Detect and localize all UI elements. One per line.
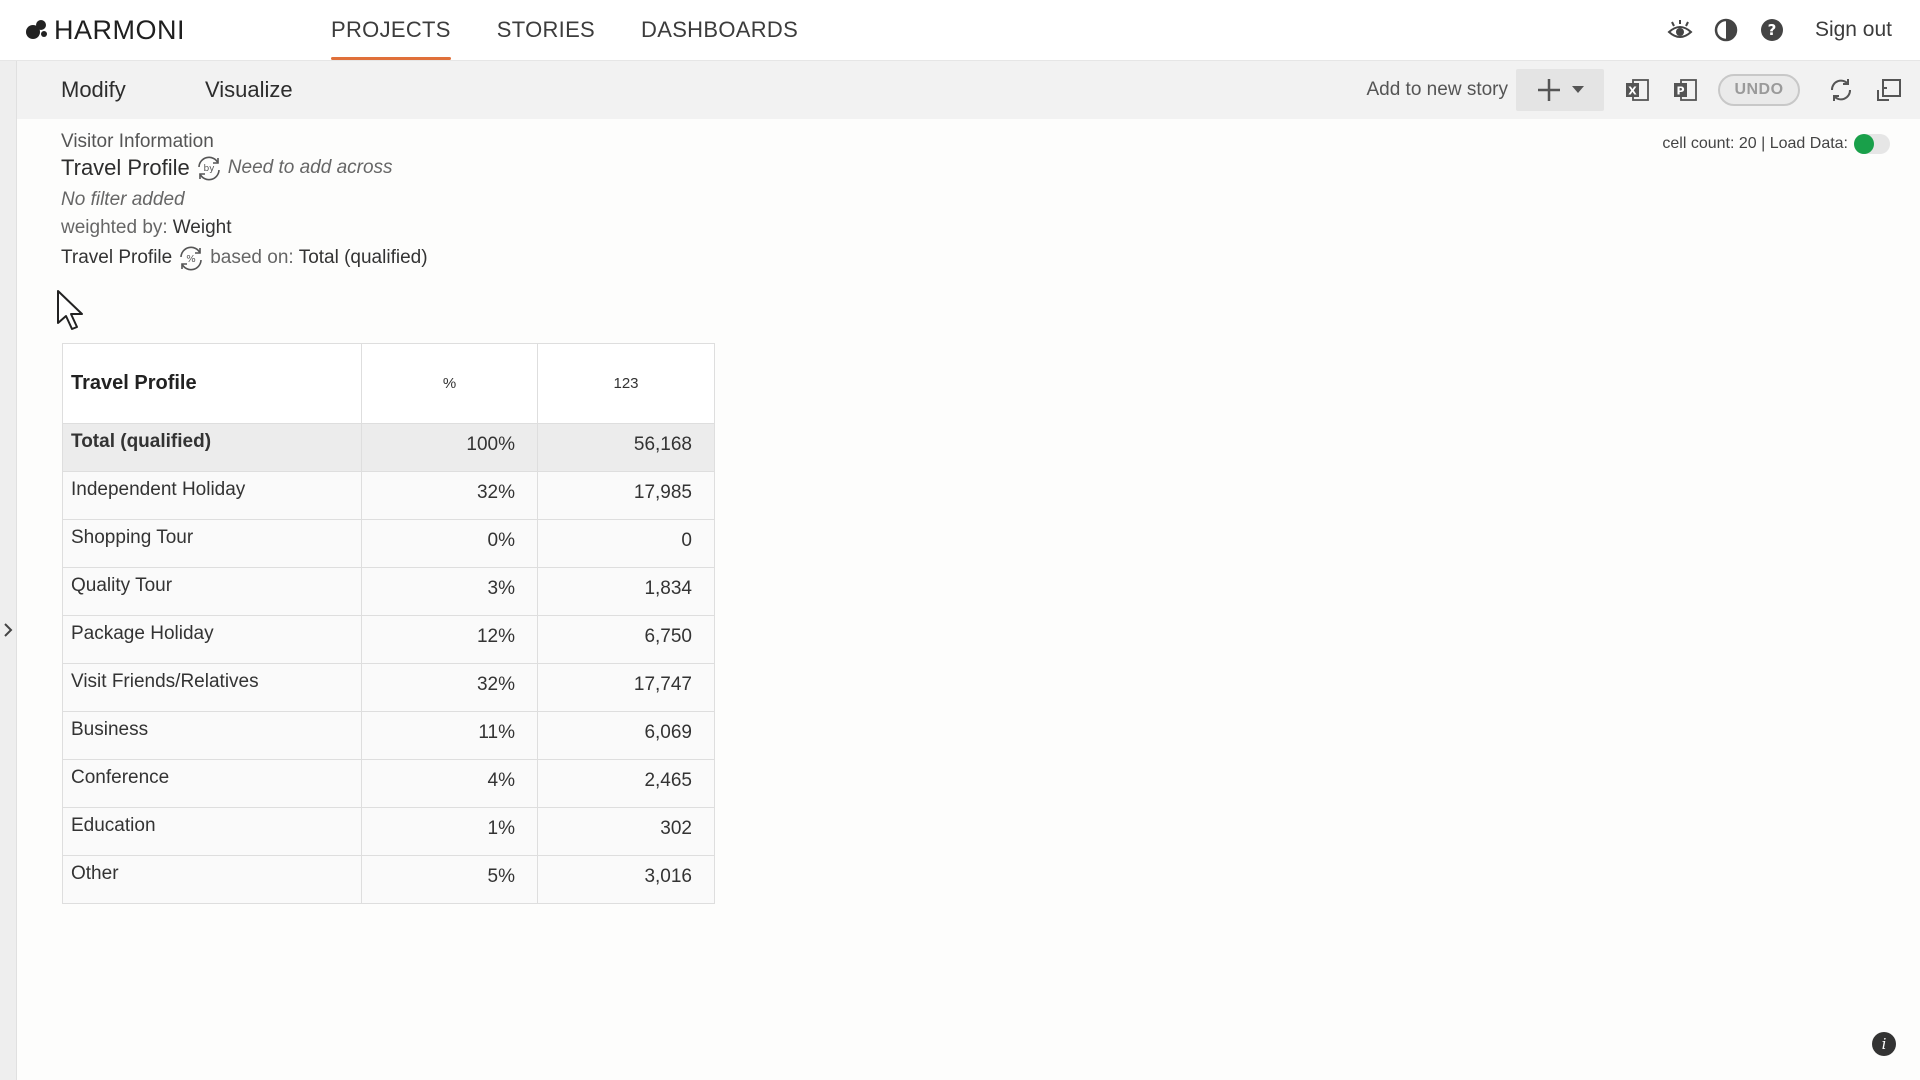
load-data-toggle[interactable] <box>1854 134 1890 154</box>
percent-base-row: Travel Profile % based on: Total (qualif… <box>61 243 428 273</box>
filter-status: No filter added <box>61 189 185 210</box>
weighted-by-label: weighted by: <box>61 217 168 238</box>
refresh-icon[interactable] <box>1826 75 1856 105</box>
row-count: 56,168 <box>537 423 715 472</box>
info-button[interactable]: i <box>1872 1032 1896 1056</box>
top-navigation-bar: HARMONI PROJECTS STORIES DASHBOARDS ? Si… <box>0 0 1920 61</box>
row-count: 3,016 <box>537 855 715 904</box>
row-percent: 0% <box>361 519 538 568</box>
harmoni-logo-icon <box>26 20 47 39</box>
row-percent: 11% <box>361 711 538 760</box>
table-row: Conference 4% 2,465 <box>62 759 715 808</box>
row-label: Business <box>62 711 362 760</box>
row-percent: 12% <box>361 615 538 664</box>
toolbar: Modify Visualize Add to new story X P UN… <box>17 61 1920 119</box>
app-logo[interactable]: HARMONI <box>24 14 185 45</box>
row-label: Visit Friends/Relatives <box>62 663 362 712</box>
undo-button[interactable]: UNDO <box>1718 74 1800 106</box>
row-percent: 100% <box>361 423 538 472</box>
svg-text:P: P <box>1676 85 1684 98</box>
toggle-knob <box>1854 134 1874 154</box>
left-collapsed-panel <box>0 61 17 1080</box>
row-count: 2,465 <box>537 759 715 808</box>
powerpoint-export-icon[interactable]: P <box>1670 75 1700 105</box>
cell-count-info: cell count: 20 | Load Data: <box>1662 134 1890 154</box>
row-percent: 5% <box>361 855 538 904</box>
mouse-cursor-icon <box>57 290 83 330</box>
nav-stories[interactable]: STORIES <box>497 0 595 60</box>
table-row: Independent Holiday 32% 17,985 <box>62 471 715 520</box>
svg-text:X: X <box>1628 85 1637 98</box>
table-row: Shopping Tour 0% 0 <box>62 519 715 568</box>
title-row: Travel Profile by Need to add across <box>61 153 393 183</box>
by-swap-icon[interactable]: by <box>194 153 224 183</box>
count-column-header[interactable]: 123 <box>537 343 715 424</box>
filter-row: No filter added <box>61 189 185 211</box>
percent-swap-icon[interactable]: % <box>176 243 206 273</box>
row-count: 1,834 <box>537 567 715 616</box>
row-count: 6,069 <box>537 711 715 760</box>
row-label: Quality Tour <box>62 567 362 616</box>
top-right-actions: ? Sign out <box>1665 0 1892 60</box>
app-name: HARMONI <box>54 14 185 45</box>
table-title[interactable]: Travel Profile <box>61 155 190 181</box>
row-variable-header[interactable]: Travel Profile <box>62 343 362 424</box>
row-percent: 3% <box>361 567 538 616</box>
table-header-row: Travel Profile % 123 <box>62 343 715 424</box>
row-label: Package Holiday <box>62 615 362 664</box>
nav-projects[interactable]: PROJECTS <box>331 0 451 60</box>
row-count: 6,750 <box>537 615 715 664</box>
reset-layout-icon[interactable] <box>1874 75 1904 105</box>
table-row-total: Total (qualified) 100% 56,168 <box>62 423 715 472</box>
crosstab-table: Travel Profile % 123 Total (qualified) 1… <box>62 343 715 904</box>
row-percent: 1% <box>361 807 538 856</box>
weight-row: weighted by: Weight <box>61 217 231 239</box>
row-label: Total (qualified) <box>62 423 362 472</box>
help-icon[interactable]: ? <box>1757 15 1787 45</box>
main-nav: PROJECTS STORIES DASHBOARDS <box>331 0 844 60</box>
table-row: Education 1% 302 <box>62 807 715 856</box>
row-label: Independent Holiday <box>62 471 362 520</box>
table-row: Package Holiday 12% 6,750 <box>62 615 715 664</box>
row-label: Shopping Tour <box>62 519 362 568</box>
nav-dashboards[interactable]: DASHBOARDS <box>641 0 798 60</box>
row-label: Other <box>62 855 362 904</box>
table-row: Quality Tour 3% 1,834 <box>62 567 715 616</box>
category-label: Visitor Information <box>61 131 214 152</box>
table-row: Business 11% 6,069 <box>62 711 715 760</box>
excel-export-icon[interactable]: X <box>1622 75 1652 105</box>
row-count: 0 <box>537 519 715 568</box>
row-count: 302 <box>537 807 715 856</box>
percent-variable: Travel Profile <box>61 247 173 268</box>
add-to-story-button[interactable] <box>1516 69 1604 111</box>
contrast-icon[interactable] <box>1711 15 1741 45</box>
weight-value[interactable]: Weight <box>173 217 232 239</box>
caret-down-icon <box>1572 86 1584 93</box>
row-count: 17,985 <box>537 471 715 520</box>
across-note: Need to add across <box>227 157 393 178</box>
percent-column-header[interactable]: % <box>361 343 538 424</box>
based-on-value[interactable]: Total (qualified) <box>299 247 428 269</box>
toolbar-actions: Add to new story X P UNDO <box>1366 69 1904 111</box>
chevron-right-icon[interactable] <box>2 621 14 639</box>
sign-out-link[interactable]: Sign out <box>1815 18 1892 42</box>
svg-text:%: % <box>186 254 196 265</box>
eye-icon[interactable] <box>1665 15 1695 45</box>
row-label: Conference <box>62 759 362 808</box>
row-percent: 32% <box>361 471 538 520</box>
cell-count-text: cell count: 20 | Load Data: <box>1662 135 1848 152</box>
plus-icon <box>1538 79 1560 101</box>
tab-modify[interactable]: Modify <box>61 61 126 119</box>
tab-visualize[interactable]: Visualize <box>205 61 293 119</box>
row-percent: 4% <box>361 759 538 808</box>
row-label: Education <box>62 807 362 856</box>
based-on-label: based on: <box>210 247 294 268</box>
svg-text:?: ? <box>1768 21 1777 39</box>
row-percent: 32% <box>361 663 538 712</box>
row-count: 17,747 <box>537 663 715 712</box>
table-row: Visit Friends/Relatives 32% 17,747 <box>62 663 715 712</box>
table-row: Other 5% 3,016 <box>62 855 715 904</box>
add-to-story-label: Add to new story <box>1366 79 1508 100</box>
svg-text:by: by <box>203 164 215 174</box>
